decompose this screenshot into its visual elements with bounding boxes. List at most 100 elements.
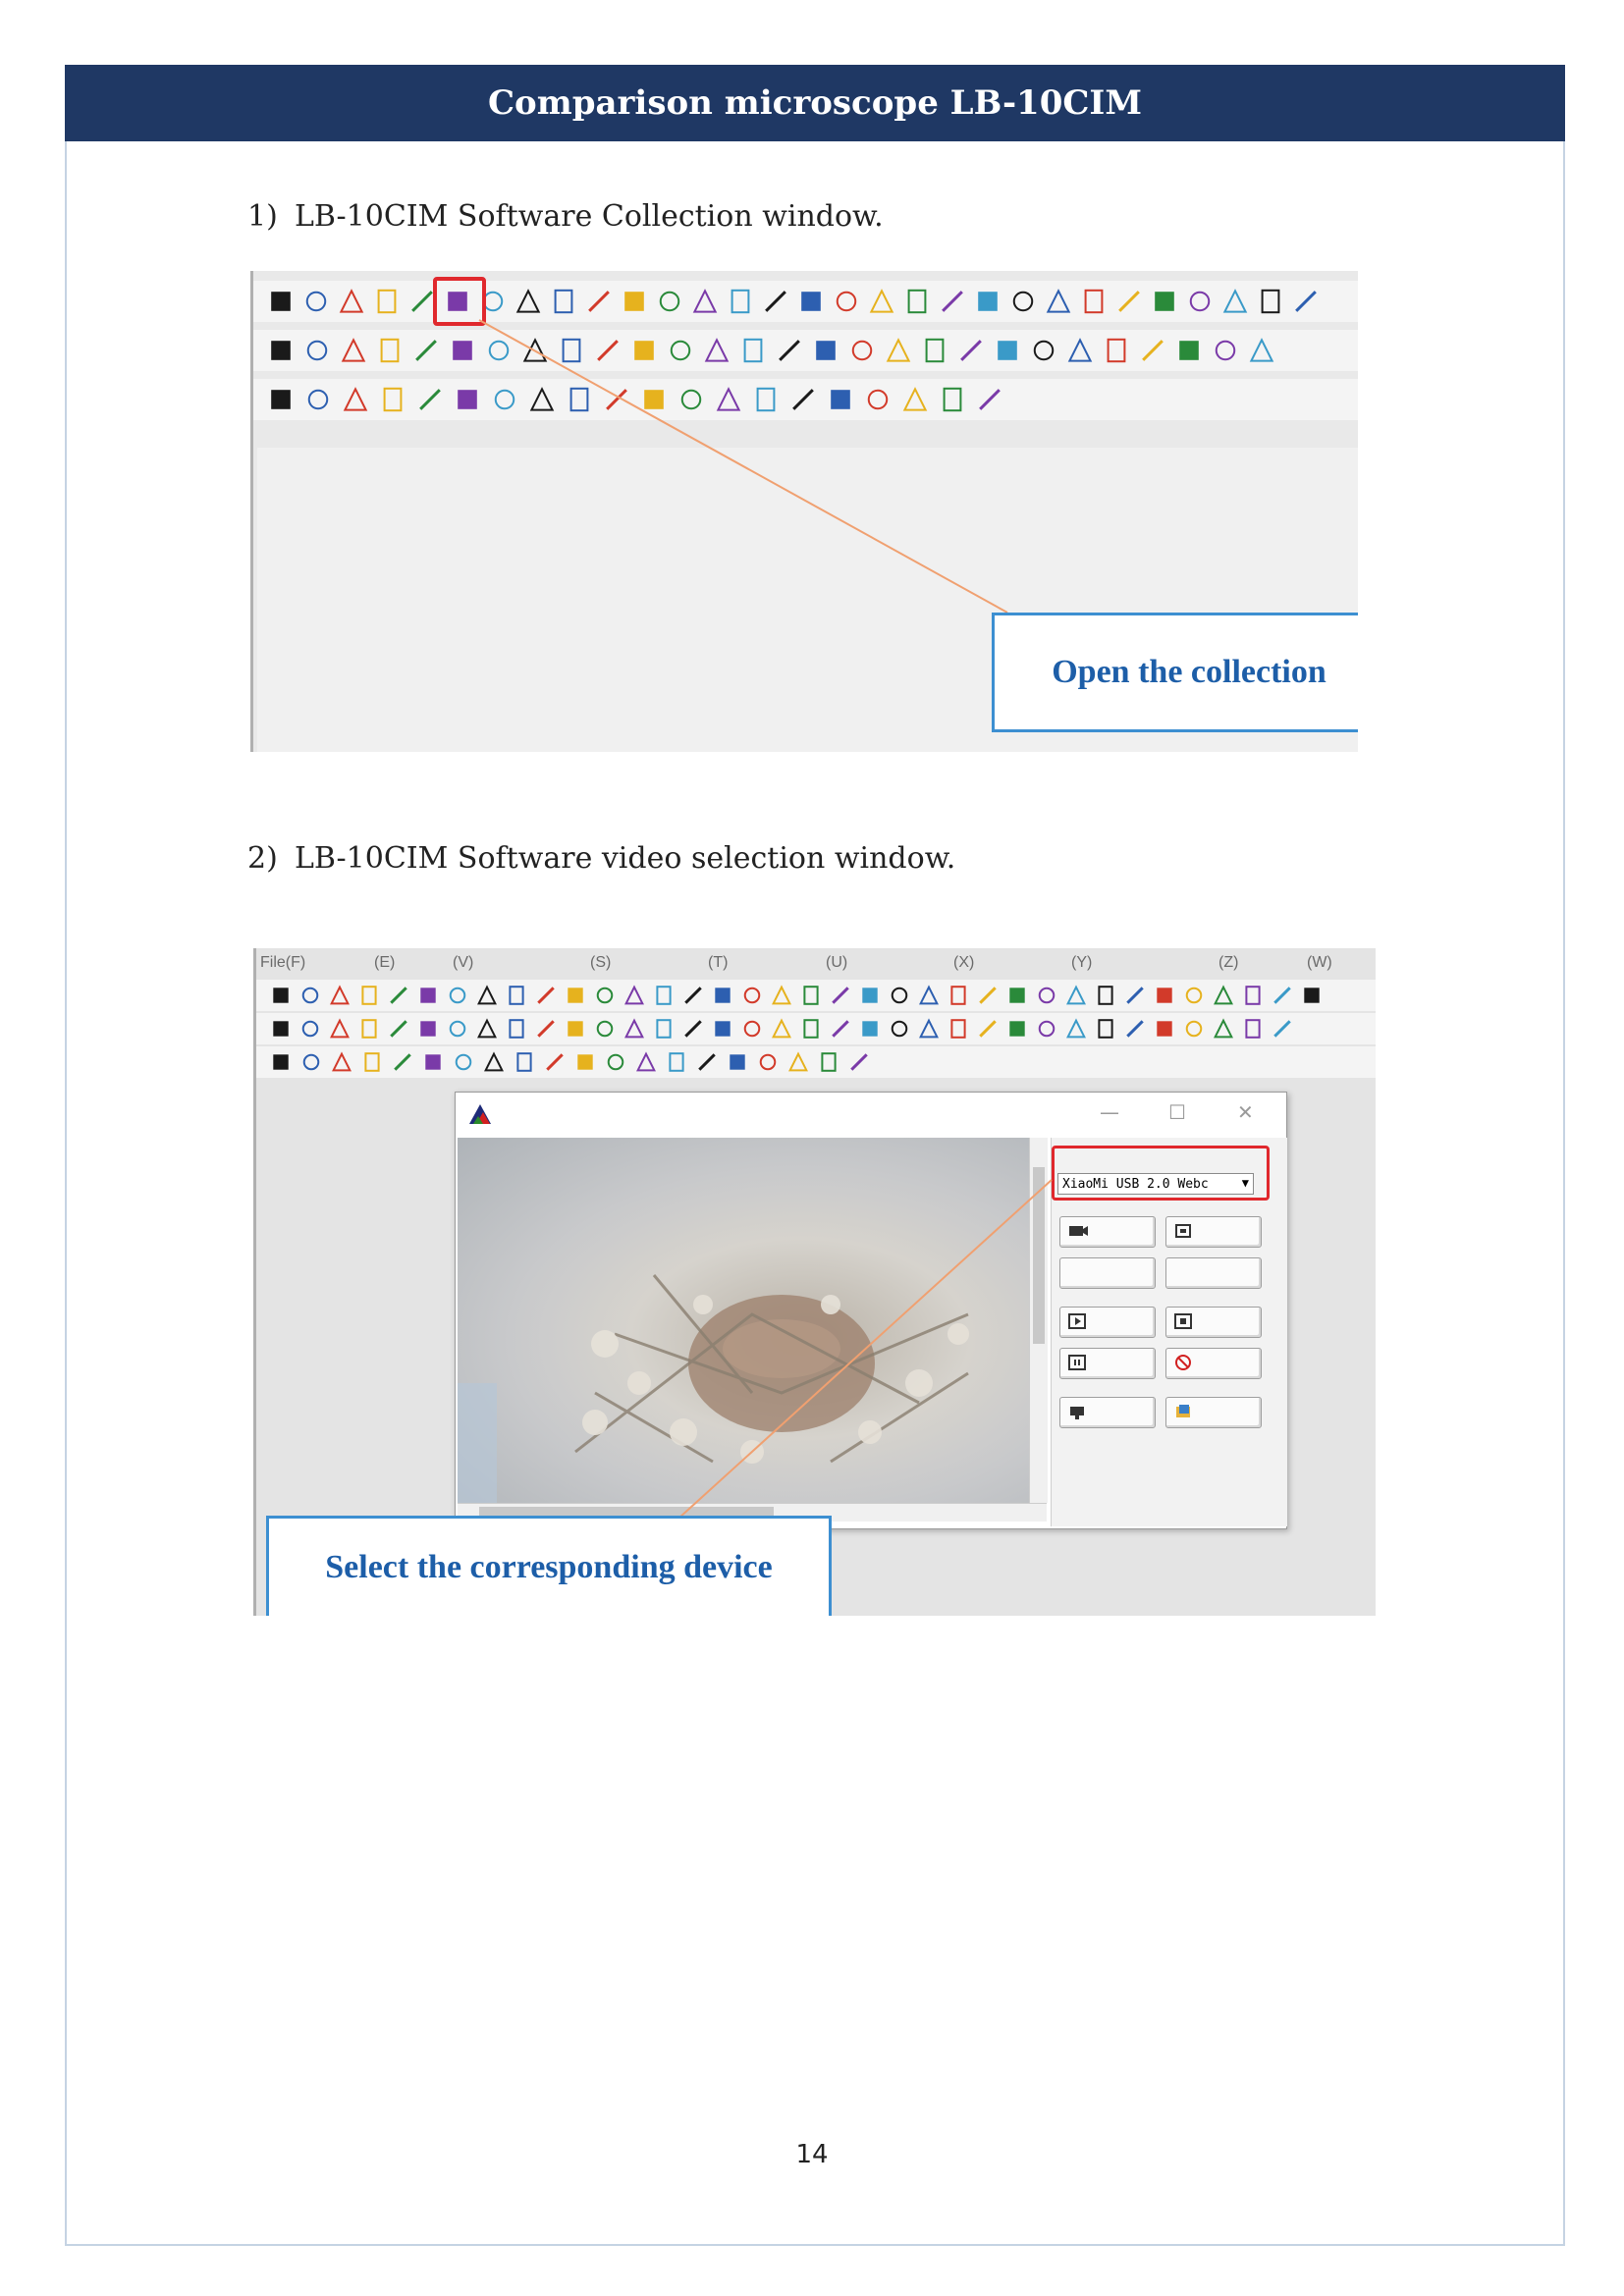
row2-tool-icon-8[interactable] [558,337,585,364]
record-stop-button[interactable] [1165,1348,1262,1379]
row2-tool-icon-8[interactable] [506,1018,527,1040]
row1-tool-icon-1[interactable] [302,288,330,315]
row2-tool-icon-13[interactable] [653,1018,675,1040]
row1-tool-icon-14[interactable] [682,985,704,1006]
close-icon[interactable]: ✕ [1237,1100,1254,1124]
row3-tool-icon-19[interactable] [976,386,1003,413]
row1-tool-icon-3[interactable] [373,288,401,315]
row2-tool-icon-0[interactable] [267,337,295,364]
row2-tool-icon-21[interactable] [1030,337,1057,364]
row3-tool-icon-9[interactable] [603,386,630,413]
row2-tool-icon-27[interactable] [1065,1018,1087,1040]
row2-tool-icon-0[interactable] [270,1018,292,1040]
row1-tool-icon-13[interactable] [727,288,754,315]
row3-tool-icon-2[interactable] [342,386,369,413]
row3-tool-icon-18[interactable] [939,386,966,413]
maximize-icon[interactable]: ☐ [1168,1100,1186,1124]
row1-tool-icon-12[interactable] [623,985,645,1006]
row1-tool-icon-32[interactable] [1213,985,1234,1006]
row1-tool-icon-23[interactable] [947,985,969,1006]
row2-tool-icon-14[interactable] [682,1018,704,1040]
row2-tool-icon-23[interactable] [1103,337,1130,364]
row2-tool-icon-6[interactable] [447,1018,468,1040]
row2-tool-icon-28[interactable] [1095,1018,1116,1040]
row2-tool-icon-27[interactable] [1248,337,1275,364]
row1-tool-icon-9[interactable] [535,985,557,1006]
row2-tool-icon-33[interactable] [1242,1018,1264,1040]
row3-tool-icon-11[interactable] [677,386,705,413]
row2-tool-icon-25[interactable] [1175,337,1203,364]
row3-tool-icon-17[interactable] [787,1051,809,1073]
row1-tool-icon-4[interactable] [388,985,409,1006]
row1-tool-icon-1[interactable] [299,985,321,1006]
row2-tool-icon-31[interactable] [1183,1018,1205,1040]
row1-tool-icon-0[interactable] [270,985,292,1006]
row1-tool-icon-19[interactable] [939,288,966,315]
row1-tool-icon-12[interactable] [691,288,719,315]
row1-tool-icon-13[interactable] [653,985,675,1006]
row2-tool-icon-29[interactable] [1124,1018,1146,1040]
vertical-scrollbar[interactable] [1029,1138,1048,1503]
row3-tool-icon-1[interactable] [304,386,332,413]
capture-source-button[interactable] [1059,1216,1156,1248]
row1-tool-icon-26[interactable] [1036,985,1057,1006]
row2-tool-icon-12[interactable] [703,337,731,364]
row2-tool-icon-9[interactable] [594,337,622,364]
row3-tool-icon-13[interactable] [666,1051,687,1073]
row1-tool-icon-24[interactable] [977,985,999,1006]
row3-tool-icon-12[interactable] [715,386,742,413]
row3-tool-icon-9[interactable] [544,1051,566,1073]
row2-tool-icon-30[interactable] [1154,1018,1175,1040]
row3-tool-icon-4[interactable] [416,386,444,413]
row1-tool-icon-7[interactable] [476,985,498,1006]
row1-tool-icon-18[interactable] [903,288,931,315]
row3-tool-icon-12[interactable] [635,1051,657,1073]
row2-tool-icon-4[interactable] [412,337,440,364]
row1-tool-icon-24[interactable] [1115,288,1143,315]
menu-item-5[interactable]: (U) [826,954,847,972]
row1-tool-icon-18[interactable] [800,985,822,1006]
menu-item-7[interactable]: (Y) [1071,954,1092,972]
row2-tool-icon-34[interactable] [1272,1018,1293,1040]
row1-tool-icon-11[interactable] [656,288,683,315]
row1-tool-icon-11[interactable] [594,985,616,1006]
row2-tool-icon-26[interactable] [1212,337,1239,364]
menu-item-0[interactable]: File(F) [260,954,305,972]
minimize-icon[interactable]: — [1100,1100,1119,1124]
row2-tool-icon-1[interactable] [303,337,331,364]
row1-tool-icon-23[interactable] [1080,288,1108,315]
row2-tool-icon-22[interactable] [918,1018,940,1040]
row1-tool-icon-35[interactable] [1301,985,1323,1006]
row3-tool-icon-16[interactable] [757,1051,779,1073]
row1-tool-icon-26[interactable] [1186,288,1214,315]
row1-tool-icon-17[interactable] [771,985,792,1006]
row2-tool-icon-3[interactable] [376,337,404,364]
row2-tool-icon-18[interactable] [800,1018,822,1040]
row3-tool-icon-0[interactable] [267,386,295,413]
row3-tool-icon-18[interactable] [818,1051,839,1073]
play-button[interactable] [1059,1307,1156,1338]
row2-tool-icon-17[interactable] [771,1018,792,1040]
row3-tool-icon-4[interactable] [392,1051,413,1073]
video-capture-button[interactable] [1059,1397,1156,1428]
row3-tool-icon-3[interactable] [361,1051,383,1073]
row2-tool-icon-16[interactable] [848,337,876,364]
row3-tool-icon-14[interactable] [789,386,817,413]
row1-tool-icon-27[interactable] [1065,985,1087,1006]
row3-tool-icon-6[interactable] [491,386,518,413]
row1-tool-icon-22[interactable] [918,985,940,1006]
row1-tool-icon-17[interactable] [868,288,895,315]
row3-tool-icon-11[interactable] [605,1051,626,1073]
row2-tool-icon-12[interactable] [623,1018,645,1040]
row1-tool-icon-20[interactable] [859,985,881,1006]
row1-tool-icon-6[interactable] [447,985,468,1006]
row2-tool-icon-25[interactable] [1006,1018,1028,1040]
row1-tool-icon-15[interactable] [712,985,733,1006]
row2-tool-icon-14[interactable] [776,337,803,364]
row2-tool-icon-21[interactable] [889,1018,910,1040]
menu-item-6[interactable]: (X) [953,954,974,972]
menu-item-9[interactable]: (W) [1307,954,1332,972]
row2-tool-icon-15[interactable] [712,1018,733,1040]
menu-item-3[interactable]: (S) [590,954,611,972]
row2-tool-icon-23[interactable] [947,1018,969,1040]
